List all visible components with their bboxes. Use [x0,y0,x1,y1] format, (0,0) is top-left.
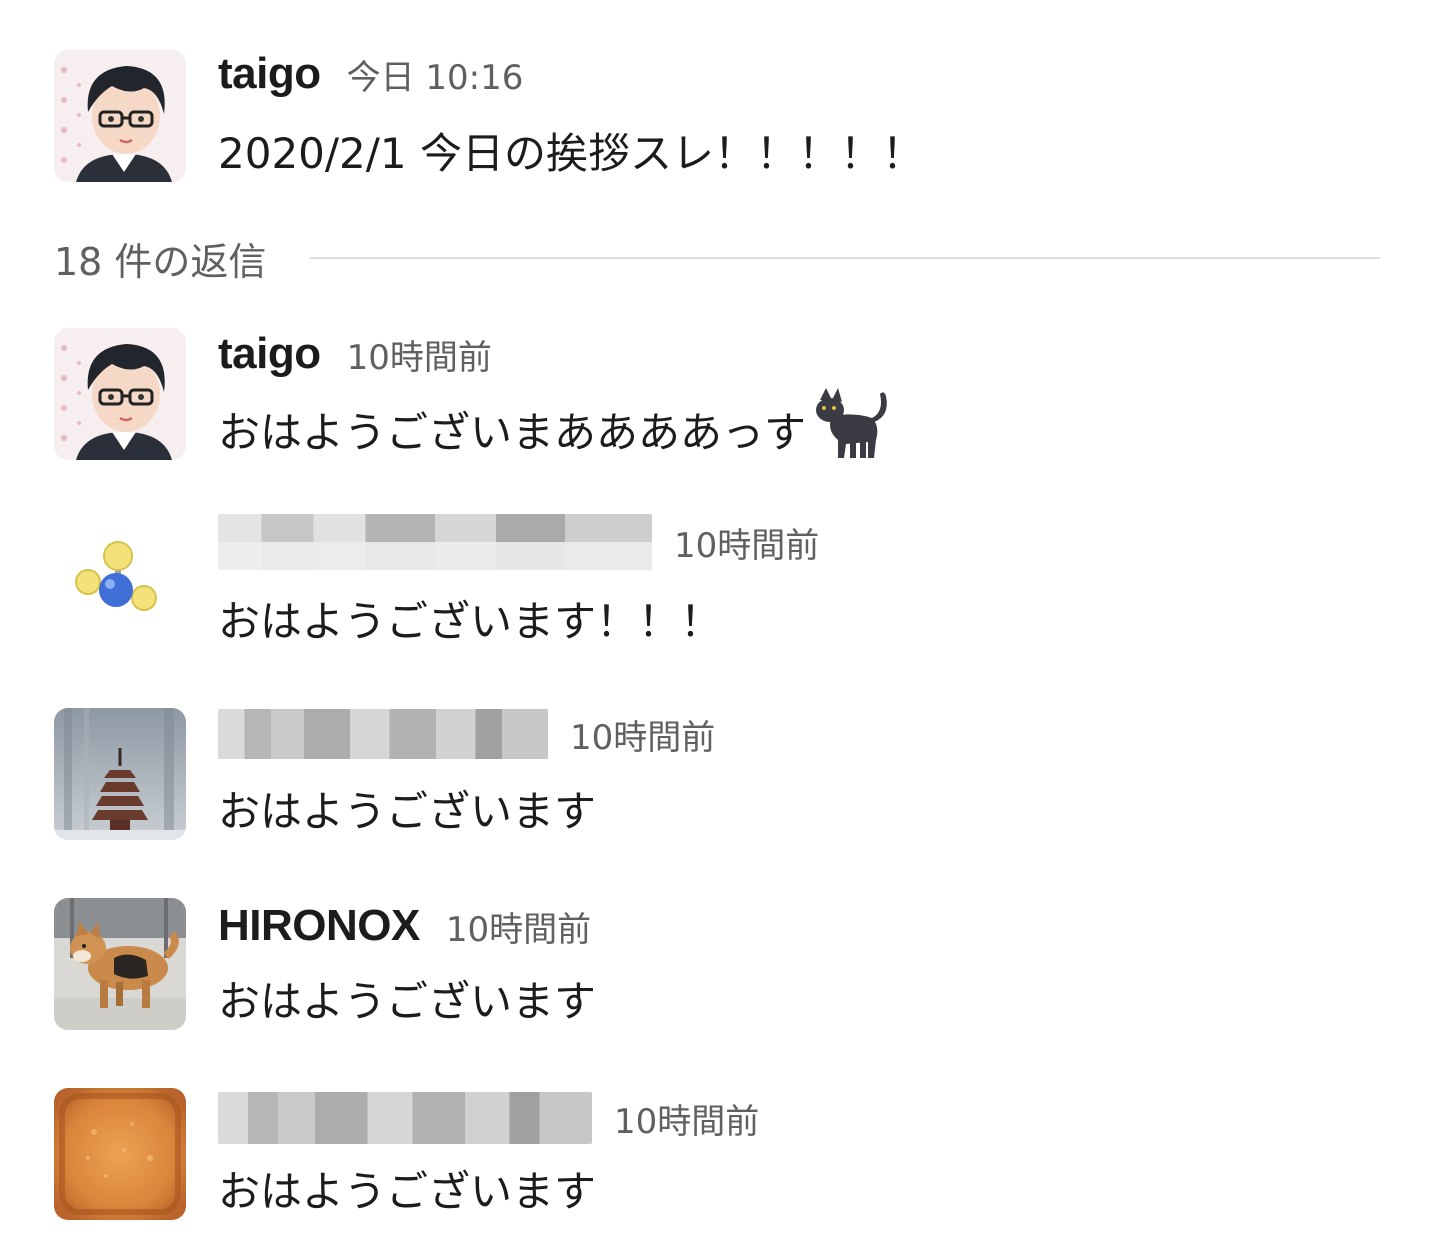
redacted-author-name[interactable] [218,709,548,759]
message-header: 10時間前 [218,1088,759,1148]
timestamp[interactable]: 10時間前 [347,330,492,379]
message-text: おはようございます [218,976,597,1026]
message-header: 10時間前 [218,512,819,572]
message-header: 10時間前 [218,704,715,764]
message-header: HIRONOX 10時間前 [218,896,591,956]
toast-avatar[interactable] [54,1088,186,1220]
parent-message: taigo 今日 10:16 2020/2/1 今日の挨拶スレ！！！！！ [54,49,1394,190]
author-name[interactable]: taigo [218,329,321,379]
reply-message: 10時間前 おはようございます [54,708,1394,848]
timestamp[interactable]: 今日 10:16 [347,50,524,99]
message-text: おはようございます！！！ [218,596,723,646]
redacted-author-name[interactable] [218,514,652,570]
message-text: おはようございまああああっす [218,407,807,457]
reply-message: HIRONOX 10時間前 おはようございます [54,898,1394,1038]
reply-message: 10時間前 おはようございます！！！ [54,514,1394,656]
shiba-dog-avatar[interactable] [54,898,186,1030]
message-text: 2020/2/1 今日の挨拶スレ！！！！！ [218,128,924,178]
molecule-avatar[interactable] [54,516,186,648]
timestamp[interactable]: 10時間前 [446,902,591,951]
person-with-glasses-avatar[interactable] [54,328,186,460]
reply-message: taigo 10時間前 おはようございまああああっす [54,328,1394,468]
message-text: おはようございます [218,786,597,836]
black-cat-emoji-icon [810,386,894,472]
timestamp[interactable]: 10時間前 [614,1094,759,1143]
reply-count-divider: 18 件の返信 [54,228,1380,288]
divider-line [310,257,1380,259]
reply-message: 10時間前 おはようございます [54,1088,1394,1228]
person-with-glasses-avatar[interactable] [54,50,186,182]
redacted-author-name[interactable] [218,1092,592,1144]
timestamp[interactable]: 10時間前 [570,710,715,759]
reply-count: 18 件の返信 [54,239,267,284]
message-header: taigo 10時間前 [218,324,492,384]
author-name[interactable]: taigo [218,49,321,99]
author-name[interactable]: HIRONOX [218,901,420,951]
pagoda-avatar[interactable] [54,708,186,840]
timestamp[interactable]: 10時間前 [674,518,819,567]
message-header: taigo 今日 10:16 [218,44,523,104]
message-text: おはようございます [218,1166,597,1216]
message-text-row: おはようございまああああっす [218,388,894,464]
